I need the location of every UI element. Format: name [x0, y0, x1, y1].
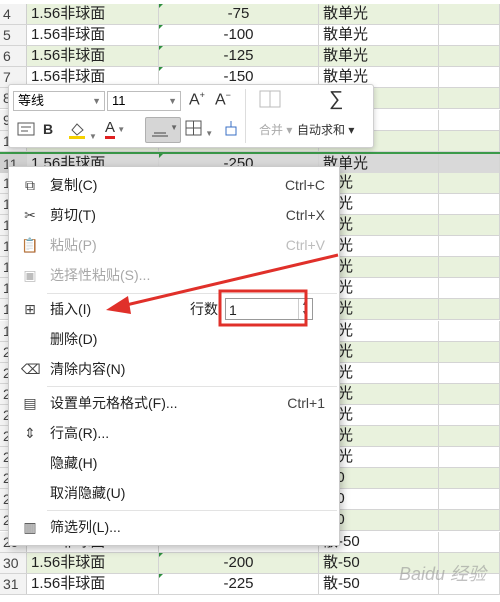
- watermark: Baidu 经验: [398, 564, 486, 584]
- arrow-head-icon: [106, 296, 131, 314]
- highlight-box: [218, 289, 308, 327]
- annotation-overlay: [106, 253, 339, 327]
